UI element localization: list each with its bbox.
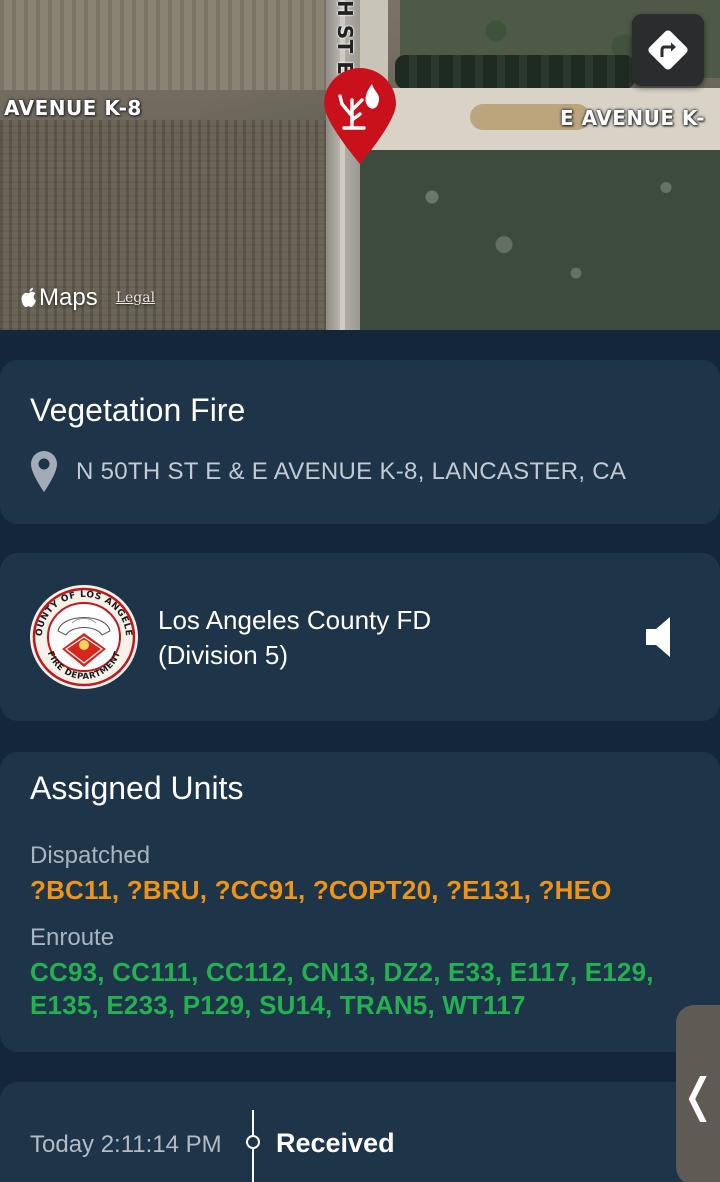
map-view[interactable]: AVENUE K-8 E AVENUE K- H ST E Maps Legal xyxy=(0,0,720,330)
agency-name: Los Angeles County FD (Division 5) xyxy=(158,603,431,673)
agency-name-line1: Los Angeles County FD xyxy=(158,605,432,635)
maps-attribution: Maps Legal xyxy=(20,284,155,312)
speaker-icon[interactable] xyxy=(640,615,680,659)
map-street-label: AVENUE K-8 xyxy=(4,96,142,120)
map-street-label: E AVENUE K- xyxy=(560,106,706,130)
agency-name-line2: (Division 5) xyxy=(158,640,289,670)
directions-button[interactable] xyxy=(632,14,704,86)
dispatched-label: Dispatched xyxy=(30,842,151,869)
maps-logo: Maps xyxy=(20,284,98,312)
dispatched-units: ?BC11, ?BRU, ?CC91, ?COPT20, ?E131, ?HEO xyxy=(30,875,612,905)
incident-title: Vegetation Fire xyxy=(30,392,246,428)
map-terrain xyxy=(0,0,330,90)
incident-card: Vegetation Fire N 50TH ST E & E AVENUE K… xyxy=(0,360,720,524)
la-county-fire-logo: COUNTY OF LOS ANGELES FIRE DEPARTMENT xyxy=(28,583,138,689)
vegetation-fire-pin-icon[interactable] xyxy=(320,66,400,166)
agency-card: COUNTY OF LOS ANGELES FIRE DEPARTMENT Lo… xyxy=(0,553,720,721)
directions-icon xyxy=(648,30,688,70)
map-terrain xyxy=(395,55,635,89)
location-pin-icon xyxy=(31,451,57,492)
assigned-units-card: Assigned Units Dispatched ?BC11, ?BRU, ?… xyxy=(0,752,720,1052)
apple-icon xyxy=(21,287,36,307)
timeline-card: Today 2:11:14 PM Received xyxy=(0,1082,720,1182)
legal-link[interactable]: Legal xyxy=(116,290,155,306)
maps-brand-text: Maps xyxy=(39,284,98,311)
assigned-units-title: Assigned Units xyxy=(30,770,244,806)
map-street-label: H ST E xyxy=(333,0,357,76)
enroute-units: CC93, CC111, CC112, CN13, DZ2, E33, E117… xyxy=(30,957,654,1020)
side-panel-tab[interactable]: ❬ xyxy=(676,1005,720,1182)
timeline-status: Received xyxy=(276,1128,395,1158)
map-terrain xyxy=(360,140,720,330)
timeline-time: Today 2:11:14 PM xyxy=(30,1131,222,1158)
timeline-node-icon xyxy=(246,1110,260,1182)
location-text: N 50TH ST E & E AVENUE K-8, LANCASTER, C… xyxy=(76,458,627,485)
chevron-left-icon: ❬ xyxy=(678,1068,718,1122)
enroute-label: Enroute xyxy=(30,924,115,951)
incident-location[interactable]: N 50TH ST E & E AVENUE K-8, LANCASTER, C… xyxy=(30,450,626,494)
